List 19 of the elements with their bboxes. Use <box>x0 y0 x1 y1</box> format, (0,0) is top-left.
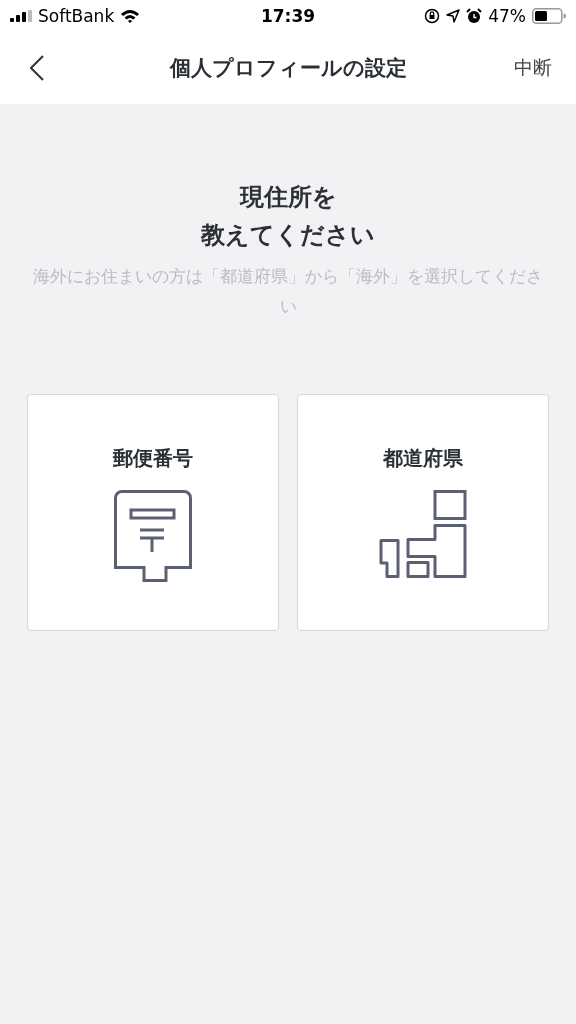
location-icon <box>446 9 461 23</box>
signal-icon <box>10 10 32 22</box>
carrier-name: SoftBank <box>38 6 115 26</box>
wifi-icon <box>120 9 141 23</box>
heading-line: 現住所を <box>239 182 337 213</box>
alarm-icon <box>466 8 483 24</box>
postbox-icon <box>114 490 192 582</box>
hint-text: 海外にお住まいの方は「都道府県」から「海外」を選択してください <box>32 266 544 318</box>
suspend-button[interactable]: 中断 <box>514 55 552 81</box>
screen-title: 個人プロフィールの設定 <box>168 55 408 82</box>
back-icon[interactable] <box>30 55 44 81</box>
battery-percent: 47% <box>488 6 526 26</box>
clock-time: 17:39 <box>259 6 317 26</box>
option-card[interactable]: 郵便番号 <box>27 394 279 631</box>
japan-map-icon <box>378 490 468 580</box>
rotation-lock-icon <box>424 8 441 24</box>
option-card[interactable]: 都道府県 <box>297 394 549 631</box>
heading-line: 教えてください <box>201 220 375 251</box>
battery-icon <box>532 8 566 24</box>
